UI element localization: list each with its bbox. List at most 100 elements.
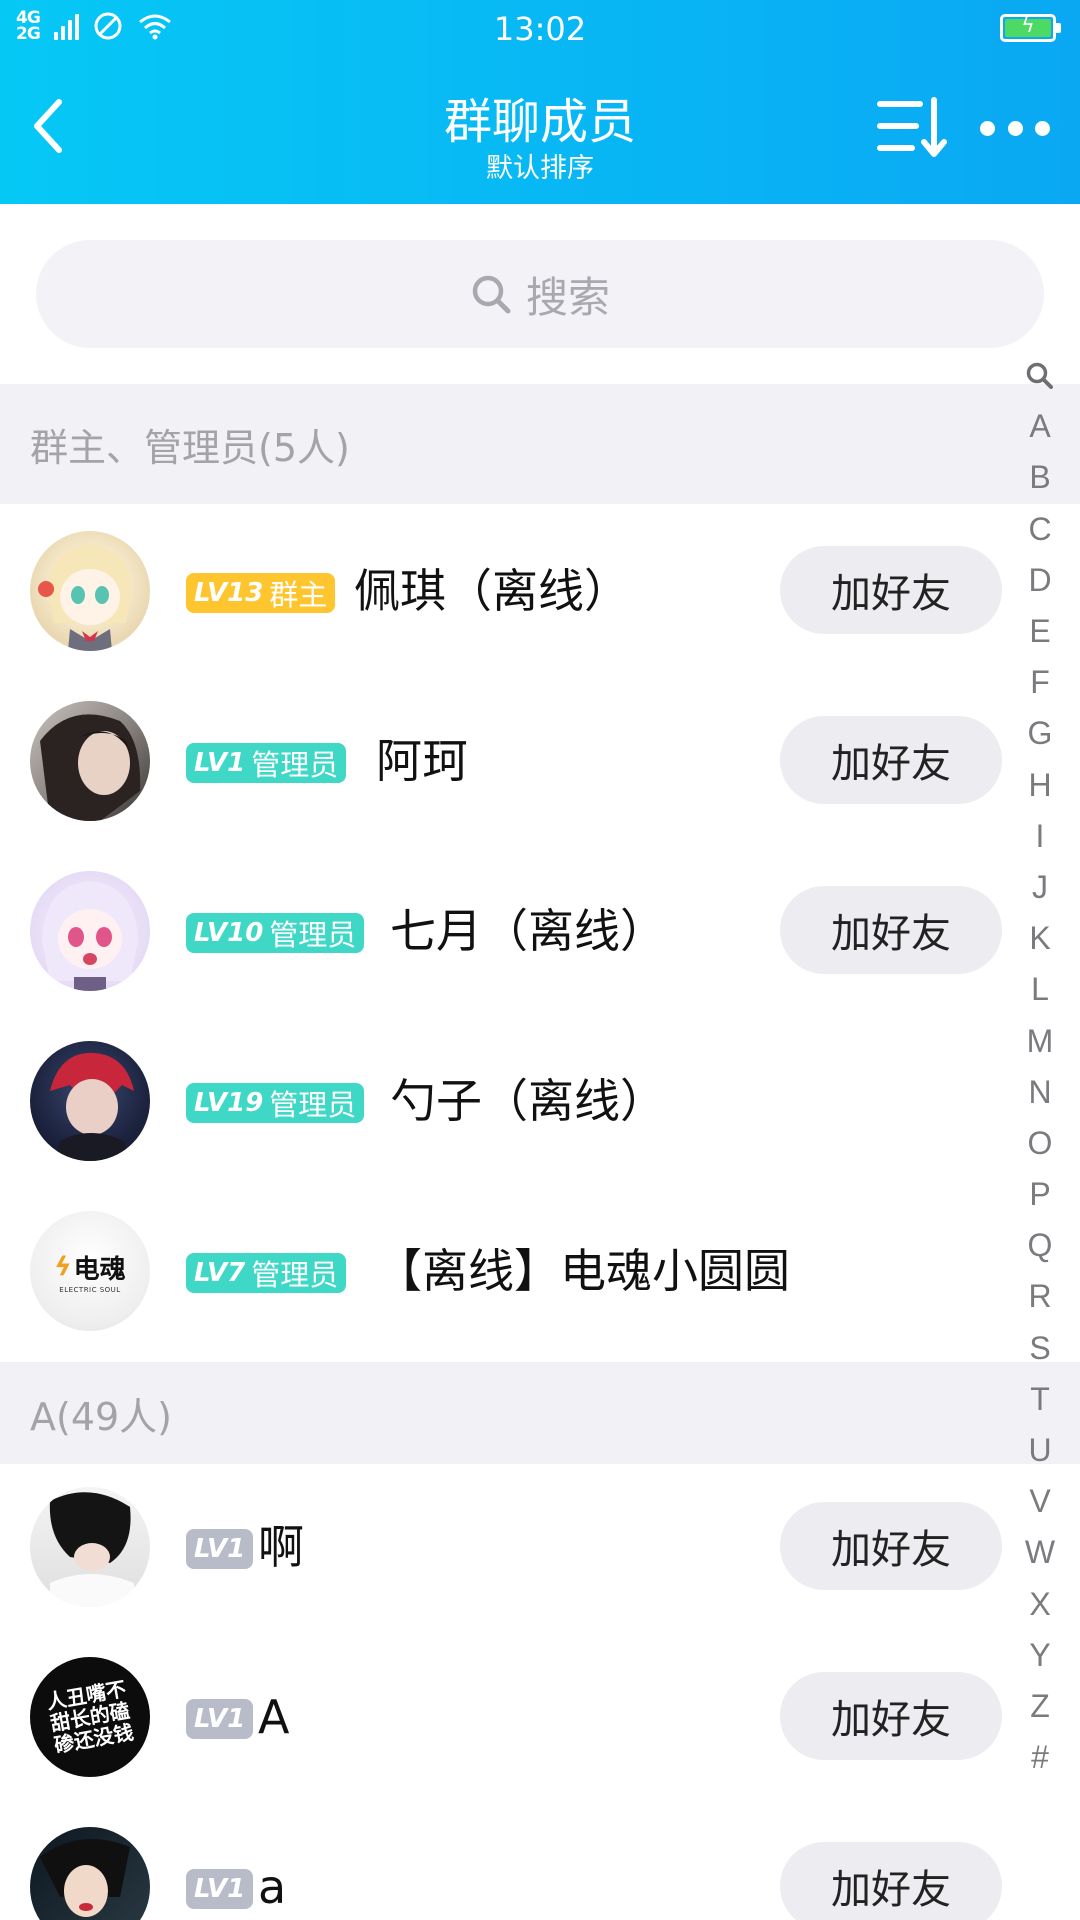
charging-icon: ϟ	[1021, 13, 1035, 37]
member-name: 啊	[258, 1520, 304, 1574]
level-label: LV19	[194, 1088, 264, 1118]
index-letter[interactable]: H	[1010, 760, 1070, 811]
portrait-avatar	[40, 714, 141, 821]
level-badge: LV1	[186, 1869, 254, 1909]
level-label: LV7	[194, 1258, 246, 1288]
member-name: 七月（离线）	[390, 904, 666, 958]
index-letter[interactable]: O	[1010, 1118, 1070, 1169]
header: 4G 2G 13:02 ϟ 群聊成员 默认排序	[0, 0, 1080, 204]
comic-portrait-avatar	[40, 1839, 130, 1917]
sort-icon	[877, 97, 947, 157]
member-row[interactable]: 人丑嘴不甜长的磕碜还没钱 LV1 A 加好友	[0, 1632, 1020, 1802]
avatar[interactable]	[30, 871, 150, 991]
sort-button[interactable]	[876, 96, 948, 160]
bolt-icon: ϟ	[54, 1252, 72, 1282]
search-placeholder: 搜索	[525, 272, 610, 322]
index-letter[interactable]: T	[1010, 1374, 1070, 1425]
more-dot	[980, 120, 995, 136]
index-letter[interactable]: N	[1010, 1067, 1070, 1118]
index-letter[interactable]: J	[1010, 862, 1070, 913]
member-row[interactable]: LV19 管理员 勺子（离线）	[0, 1016, 1020, 1186]
index-letter[interactable]: Z	[1010, 1681, 1070, 1732]
index-letter[interactable]: G	[1010, 708, 1070, 759]
member-name: 【离线】电魂小圆圆	[376, 1244, 790, 1298]
role-label: 管理员	[269, 918, 357, 952]
member-row[interactable]: LV1 管理员 阿珂 加好友	[0, 676, 1020, 846]
index-letter[interactable]: M	[1010, 1015, 1070, 1066]
role-label: 群主	[269, 578, 328, 612]
index-letter[interactable]: K	[1010, 913, 1070, 964]
section-header-admins: 群主、管理员(5人)	[0, 384, 1080, 504]
add-friend-button[interactable]: 加好友	[780, 1842, 1002, 1920]
add-friend-button[interactable]: 加好友	[780, 546, 1002, 634]
add-friend-button[interactable]: 加好友	[780, 716, 1002, 804]
level-label: LV1	[194, 1534, 246, 1564]
index-letters: A B C D E F G H I J K L M N O P Q R S T U V W X Y Z #	[1010, 401, 1070, 1783]
member-name: a	[258, 1860, 287, 1914]
index-letter[interactable]: L	[1010, 964, 1070, 1015]
index-letter[interactable]: Q	[1010, 1220, 1070, 1271]
index-letter[interactable]: U	[1010, 1425, 1070, 1476]
index-letter[interactable]: I	[1010, 811, 1070, 862]
portrait-avatar	[49, 1492, 134, 1607]
index-letter[interactable]: W	[1010, 1527, 1070, 1578]
avatar[interactable]	[30, 1041, 150, 1161]
index-letter[interactable]: F	[1010, 657, 1070, 708]
index-letter[interactable]: B	[1010, 452, 1070, 503]
index-letter[interactable]: D	[1010, 555, 1070, 606]
add-friend-button[interactable]: 加好友	[780, 1502, 1002, 1590]
anime-girl-avatar	[42, 881, 138, 991]
search-area: 搜索	[0, 204, 1080, 384]
member-row[interactable]: LV10 管理员 七月（离线） 加好友	[0, 846, 1020, 1016]
role-label: 管理员	[269, 1088, 357, 1122]
section-title: A(49人)	[30, 1394, 172, 1439]
index-letter[interactable]: #	[1010, 1732, 1070, 1783]
avatar[interactable]	[30, 1487, 150, 1607]
avatar[interactable]	[30, 531, 150, 651]
add-friend-button[interactable]: 加好友	[780, 886, 1002, 974]
quote-text: 人丑嘴不甜长的磕碜还没钱	[44, 1676, 136, 1758]
avatar[interactable]	[30, 1827, 150, 1920]
level-badge: LV1	[186, 1529, 254, 1569]
level-badge: LV13 群主	[186, 573, 336, 613]
member-name: 阿珂	[376, 734, 468, 788]
index-letter[interactable]: E	[1010, 606, 1070, 657]
anime-girl-avatar	[38, 545, 132, 651]
avatar[interactable]: ϟ 电魂 ELECTRIC SOUL	[30, 1211, 150, 1331]
index-letter[interactable]: P	[1010, 1169, 1070, 1220]
member-row[interactable]: ϟ 电魂 ELECTRIC SOUL LV7 管理员 【离线】电魂小圆圆	[0, 1186, 1020, 1356]
index-letter[interactable]: V	[1010, 1476, 1070, 1527]
member-row[interactable]: LV1 啊 加好友	[0, 1462, 1020, 1632]
logo-subtext: ELECTRIC SOUL	[59, 1285, 121, 1294]
index-letter[interactable]: S	[1010, 1323, 1070, 1374]
avatar[interactable]	[30, 701, 150, 821]
index-letter[interactable]: A	[1010, 401, 1070, 452]
index-letter[interactable]: R	[1010, 1271, 1070, 1322]
level-label: LV10	[194, 918, 264, 948]
member-name: 勺子（离线）	[390, 1074, 666, 1128]
search-icon	[472, 275, 511, 314]
level-label: LV1	[194, 748, 246, 778]
role-label: 管理员	[251, 748, 339, 782]
level-badge: LV19 管理员	[186, 1083, 365, 1123]
search-icon	[1026, 362, 1053, 389]
member-row[interactable]: LV13 群主 佩琪（离线） 加好友	[0, 506, 1020, 676]
index-letter[interactable]: Y	[1010, 1630, 1070, 1681]
member-row[interactable]: LV1 a 加好友	[0, 1802, 1020, 1920]
role-label: 管理员	[251, 1258, 339, 1292]
alphabet-index[interactable]: A B C D E F G H I J K L M N O P Q R S T U V W X Y Z #	[1010, 350, 1070, 1783]
avatar[interactable]: 人丑嘴不甜长的磕碜还没钱	[30, 1657, 150, 1777]
index-letter[interactable]: C	[1010, 504, 1070, 555]
anime-boy-avatar	[50, 1052, 134, 1161]
add-friend-button[interactable]: 加好友	[780, 1672, 1002, 1760]
dianhun-logo: ϟ 电魂	[54, 1249, 125, 1286]
index-letter[interactable]: X	[1010, 1579, 1070, 1630]
more-dot	[1007, 120, 1023, 136]
clock: 13:02	[493, 10, 587, 48]
more-button[interactable]	[980, 110, 1050, 146]
status-bar: 4G 2G 13:02 ϟ	[0, 0, 1080, 58]
level-badge: LV1	[186, 1699, 254, 1739]
level-badge: LV1 管理员	[186, 743, 347, 783]
search-input[interactable]: 搜索	[36, 240, 1044, 348]
index-search-icon[interactable]	[1010, 350, 1070, 401]
